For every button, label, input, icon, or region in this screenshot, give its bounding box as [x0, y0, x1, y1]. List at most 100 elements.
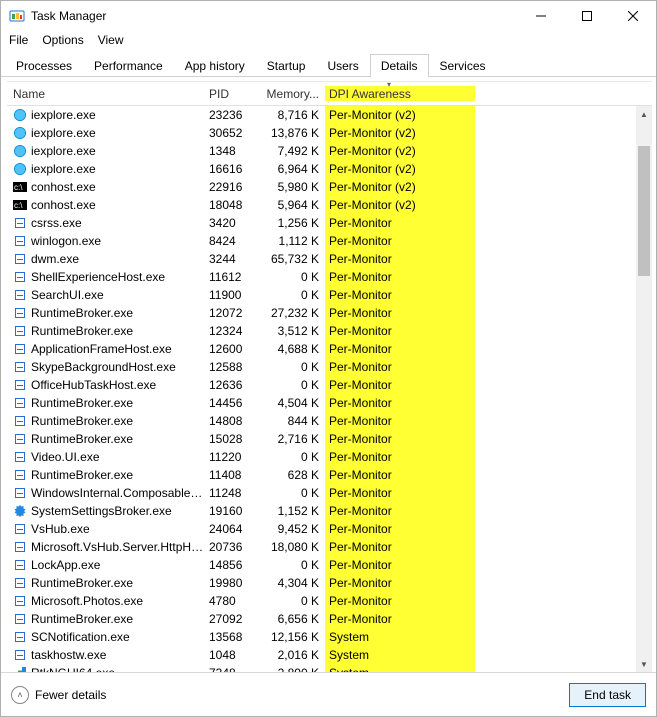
process-dpi: Per-Monitor — [325, 214, 475, 232]
table-row[interactable]: taskhostw.exe10482,016 KSystem — [7, 646, 652, 664]
process-pid: 11612 — [207, 270, 261, 284]
table-row[interactable]: iexplore.exe13487,492 KPer-Monitor (v2) — [7, 142, 652, 160]
process-pid: 8424 — [207, 234, 261, 248]
process-name: conhost.exe — [31, 198, 96, 212]
process-name: conhost.exe — [31, 180, 96, 194]
table-row[interactable]: Microsoft.VsHub.Server.HttpHost...207361… — [7, 538, 652, 556]
process-name: RuntimeBroker.exe — [31, 414, 133, 428]
tab-processes[interactable]: Processes — [5, 54, 83, 77]
process-dpi: System — [325, 646, 475, 664]
table-row[interactable]: iexplore.exe166166,964 KPer-Monitor (v2) — [7, 160, 652, 178]
scroll-thumb[interactable] — [638, 146, 650, 276]
table-row[interactable]: VsHub.exe240649,452 KPer-Monitor — [7, 520, 652, 538]
process-memory: 0 K — [261, 288, 325, 302]
minimize-button[interactable] — [518, 1, 564, 31]
process-dpi: Per-Monitor — [325, 340, 475, 358]
table-row[interactable]: RuntimeBroker.exe150282,716 KPer-Monitor — [7, 430, 652, 448]
scroll-down-button[interactable]: ▼ — [636, 656, 652, 672]
table-row[interactable]: LockApp.exe148560 KPer-Monitor — [7, 556, 652, 574]
process-dpi: System — [325, 664, 475, 672]
maximize-button[interactable] — [564, 1, 610, 31]
menu-file[interactable]: File — [9, 33, 28, 47]
fewer-details-button[interactable]: ˄ Fewer details — [11, 686, 106, 704]
process-grid: iexplore.exe232368,716 KPer-Monitor (v2)… — [7, 106, 652, 672]
process-pid: 11220 — [207, 450, 261, 464]
process-dpi: Per-Monitor — [325, 250, 475, 268]
table-row[interactable]: RuntimeBroker.exe270926,656 KPer-Monitor — [7, 610, 652, 628]
process-memory: 9,452 K — [261, 522, 325, 536]
header-dpi[interactable]: DPI Awareness — [325, 86, 475, 101]
header-name[interactable]: Name — [7, 87, 207, 101]
gen-icon — [13, 288, 27, 302]
table-row[interactable]: SearchUI.exe119000 KPer-Monitor — [7, 286, 652, 304]
table-row[interactable]: iexplore.exe232368,716 KPer-Monitor (v2) — [7, 106, 652, 124]
table-row[interactable]: WindowsInternal.ComposableShell...112480… — [7, 484, 652, 502]
window-title: Task Manager — [31, 9, 106, 23]
table-row[interactable]: RuntimeBroker.exe14808844 KPer-Monitor — [7, 412, 652, 430]
table-row[interactable]: SystemSettingsBroker.exe191601,152 KPer-… — [7, 502, 652, 520]
table-row[interactable]: SkypeBackgroundHost.exe125880 KPer-Monit… — [7, 358, 652, 376]
table-row[interactable]: Video.UI.exe112200 KPer-Monitor — [7, 448, 652, 466]
process-dpi: System — [325, 628, 475, 646]
process-memory: 12,156 K — [261, 630, 325, 644]
gen-icon — [13, 234, 27, 248]
end-task-button[interactable]: End task — [569, 683, 646, 707]
table-row[interactable]: csrss.exe34201,256 KPer-Monitor — [7, 214, 652, 232]
process-pid: 20736 — [207, 540, 261, 554]
process-pid: 4780 — [207, 594, 261, 608]
process-memory: 6,656 K — [261, 612, 325, 626]
scroll-up-button[interactable]: ▲ — [636, 106, 652, 122]
process-memory: 27,232 K — [261, 306, 325, 320]
gen-icon — [13, 486, 27, 500]
process-memory: 65,732 K — [261, 252, 325, 266]
table-row[interactable]: RuntimeBroker.exe123243,512 KPer-Monitor — [7, 322, 652, 340]
process-name: LockApp.exe — [31, 558, 100, 572]
tab-services[interactable]: Services — [429, 54, 497, 77]
process-pid: 14856 — [207, 558, 261, 572]
table-row[interactable]: RuntimeBroker.exe144564,504 KPer-Monitor — [7, 394, 652, 412]
table-row[interactable]: dwm.exe324465,732 KPer-Monitor — [7, 250, 652, 268]
gen-icon — [13, 396, 27, 410]
close-button[interactable] — [610, 1, 656, 31]
process-pid: 7348 — [207, 666, 261, 672]
process-pid: 13568 — [207, 630, 261, 644]
tab-app-history[interactable]: App history — [174, 54, 256, 77]
menu-options[interactable]: Options — [42, 33, 83, 47]
process-pid: 15028 — [207, 432, 261, 446]
table-row[interactable]: winlogon.exe84241,112 KPer-Monitor — [7, 232, 652, 250]
process-pid: 1048 — [207, 648, 261, 662]
process-dpi: Per-Monitor — [325, 502, 475, 520]
gen-icon — [13, 594, 27, 608]
table-row[interactable]: RuntimeBroker.exe11408628 KPer-Monitor — [7, 466, 652, 484]
process-pid: 14808 — [207, 414, 261, 428]
table-row[interactable]: ApplicationFrameHost.exe126004,688 KPer-… — [7, 340, 652, 358]
gen-icon — [13, 324, 27, 338]
table-row[interactable]: Microsoft.Photos.exe47800 KPer-Monitor — [7, 592, 652, 610]
process-memory: 4,304 K — [261, 576, 325, 590]
table-row[interactable]: RuntimeBroker.exe1207227,232 KPer-Monito… — [7, 304, 652, 322]
menu-view[interactable]: View — [98, 33, 124, 47]
tab-startup[interactable]: Startup — [256, 54, 317, 77]
process-pid: 11900 — [207, 288, 261, 302]
tab-details[interactable]: Details — [370, 54, 429, 77]
vertical-scrollbar[interactable]: ▲ ▼ — [636, 106, 652, 672]
table-row[interactable]: iexplore.exe3065213,876 KPer-Monitor (v2… — [7, 124, 652, 142]
table-row[interactable]: SCNotification.exe1356812,156 KSystem — [7, 628, 652, 646]
process-dpi: Per-Monitor — [325, 592, 475, 610]
tab-performance[interactable]: Performance — [83, 54, 174, 77]
process-pid: 14456 — [207, 396, 261, 410]
gen-icon — [13, 270, 27, 284]
header-pid[interactable]: PID — [207, 87, 261, 101]
table-row[interactable]: ShellExperienceHost.exe116120 KPer-Monit… — [7, 268, 652, 286]
process-memory: 0 K — [261, 270, 325, 284]
process-memory: 18,080 K — [261, 540, 325, 554]
table-row[interactable]: c:\conhost.exe229165,980 KPer-Monitor (v… — [7, 178, 652, 196]
process-memory: 0 K — [261, 360, 325, 374]
table-row[interactable]: RuntimeBroker.exe199804,304 KPer-Monitor — [7, 574, 652, 592]
table-row[interactable]: c:\conhost.exe180485,964 KPer-Monitor (v… — [7, 196, 652, 214]
header-memory[interactable]: Memory... — [261, 87, 325, 101]
table-row[interactable]: RtkNGUI64.exe73482,800 KSystem — [7, 664, 652, 672]
gear-icon — [13, 504, 27, 518]
tab-users[interactable]: Users — [316, 54, 369, 77]
table-row[interactable]: OfficeHubTaskHost.exe126360 KPer-Monitor — [7, 376, 652, 394]
